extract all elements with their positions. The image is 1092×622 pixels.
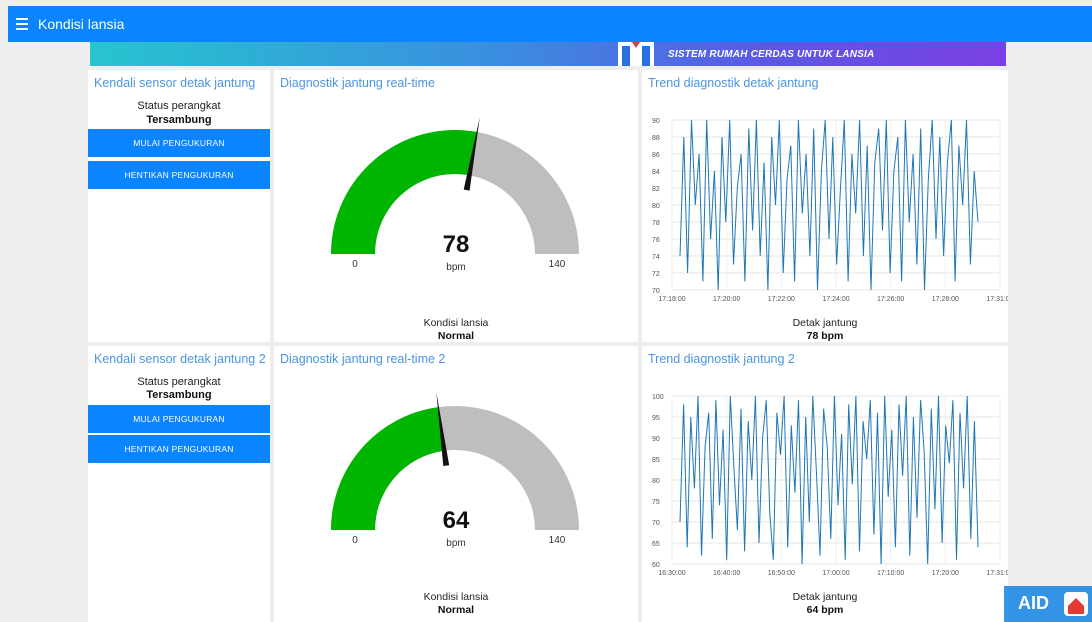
y-tick-label: 80	[652, 203, 660, 210]
banner: SISTEM RUMAH CERDAS UNTUK LANSIA	[90, 42, 1006, 66]
card-title: Kendali sensor detak jantung 2	[94, 352, 266, 366]
y-tick-label: 74	[652, 254, 660, 261]
y-tick-label: 90	[652, 118, 660, 125]
y-tick-label: 85	[652, 457, 660, 464]
banner-text: SISTEM RUMAH CERDAS UNTUK LANSIA	[668, 49, 875, 60]
trend-footer-label: Detak jantung	[792, 317, 858, 329]
y-tick-label: 75	[652, 499, 660, 506]
x-tick-label: 17:22:00	[768, 296, 795, 303]
x-tick-label: 17:00:00	[822, 570, 849, 577]
y-tick-label: 90	[652, 436, 660, 443]
control-card-1: Kendali sensor detak jantung Status pera…	[88, 70, 270, 342]
x-tick-label: 17:18:00	[658, 296, 685, 303]
x-tick-label: 16:30:00	[658, 570, 685, 577]
gauge-unit: bpm	[446, 262, 465, 273]
gauge-value-arc	[331, 407, 445, 530]
app-header: Kondisi lansia	[8, 6, 1092, 42]
trend-card-1: Trend diagnostik detak jantung 70 72 74 76 7…	[642, 70, 1008, 342]
status-value: Tersambung	[146, 114, 212, 126]
trend-chart-2: 60 65 70 75 80 85 90 95 100 16:30:00 16:40:00 16:50…	[652, 394, 1008, 577]
gauge-value: 78	[443, 231, 470, 258]
control-card-2: Kendali sensor detak jantung 2 Status pe…	[88, 346, 270, 622]
y-tick-label: 70	[652, 288, 660, 295]
aid-badge-text: AID	[1018, 593, 1049, 613]
app-title: Kondisi lansia	[38, 16, 125, 32]
y-tick-label: 72	[652, 271, 660, 278]
y-tick-label: 95	[652, 415, 660, 422]
gauge-max-label: 140	[549, 259, 566, 270]
gauge-footer-value: Normal	[437, 604, 475, 616]
y-tick-label: 86	[652, 152, 660, 159]
gauge-unit: bpm	[446, 538, 465, 549]
y-tick-label: 80	[652, 478, 660, 485]
status-label: Status perangkat	[137, 376, 221, 388]
y-tick-label: 100	[652, 394, 664, 401]
card-title: Kendali sensor detak jantung	[94, 76, 256, 90]
start-measurement-button[interactable]: MULAI PENGUKURAN	[88, 405, 270, 433]
x-tick-label: 17:31:00	[986, 296, 1008, 303]
status-value: Tersambung	[146, 389, 212, 401]
y-tick-label: 84	[652, 169, 660, 176]
y-tick-label: 60	[652, 562, 660, 569]
hamburger-menu-icon[interactable]	[14, 14, 36, 34]
y-tick-label: 70	[652, 520, 660, 527]
gauge-min-label: 0	[352, 535, 358, 546]
x-tick-label: 17:20:00	[713, 296, 740, 303]
x-tick-label: 17:24:00	[822, 296, 849, 303]
gauge-value: 64	[443, 507, 470, 534]
x-tick-label: 17:28:00	[932, 296, 959, 303]
y-tick-label: 76	[652, 237, 660, 244]
gauge-max-label: 140	[549, 535, 566, 546]
gauge-card-1: Diagnostik jantung real-time 78 bpm 0 14…	[274, 70, 638, 342]
y-tick-label: 88	[652, 135, 660, 142]
stop-measurement-button[interactable]: HENTIKAN PENGUKURAN	[88, 161, 270, 189]
gauge-footer-value: Normal	[437, 330, 475, 342]
status-label: Status perangkat	[137, 100, 221, 112]
trend-card-2: Trend diagnostik jantung 2 60 65 70 75 80 85 9…	[642, 346, 1008, 622]
dashboard-root: Kondisi lansia SISTEM RUMAH CERDAS UNTUK…	[0, 0, 1092, 622]
gauge-2: 64 bpm 0 140	[331, 392, 579, 549]
gauge-card-2: Diagnostik jantung real-time 2 64 bpm 0 …	[274, 346, 638, 622]
gauge-footer-label: Kondisi lansia	[423, 591, 489, 603]
stop-measurement-button[interactable]: HENTIKAN PENGUKURAN	[88, 435, 270, 463]
trend-footer-value: 78 bpm	[806, 330, 844, 342]
x-tick-label: 17:20:00	[932, 570, 959, 577]
trend-chart-1: 70 72 74 76 78 80 82 84 86 88 90 17:18:00 17:20:00 17…	[652, 118, 1008, 303]
start-measurement-button[interactable]: MULAI PENGUKURAN	[88, 129, 270, 157]
gauge-min-label: 0	[352, 259, 358, 270]
y-tick-label: 82	[652, 186, 660, 193]
trend-footer-value: 64 bpm	[806, 604, 844, 616]
x-tick-label: 17:26:00	[877, 296, 904, 303]
x-tick-label: 16:50:00	[768, 570, 795, 577]
gauge-footer-label: Kondisi lansia	[423, 317, 489, 329]
x-tick-label: 17:31:00	[986, 570, 1008, 577]
trend-footer-label: Detak jantung	[792, 591, 858, 603]
gauge-1: 78 bpm 0 140	[331, 117, 579, 273]
x-tick-label: 16:40:00	[713, 570, 740, 577]
y-tick-label: 78	[652, 220, 660, 227]
home-logo-icon	[618, 42, 654, 66]
x-tick-label: 17:10:00	[877, 570, 904, 577]
y-tick-label: 65	[652, 541, 660, 548]
